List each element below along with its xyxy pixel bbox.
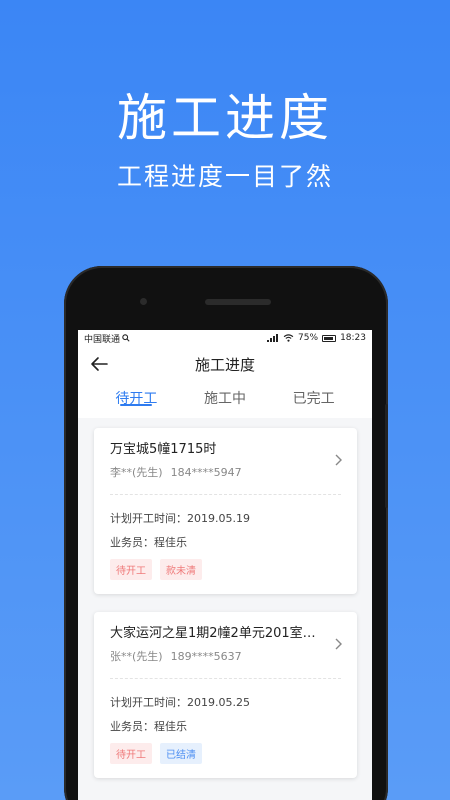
phone-screen: 中国联通 75% 18:23 施工进度 待开工 施工中 已完工 万宝城5幢171… — [78, 330, 372, 800]
tag-group: 待开工 已结清 — [110, 743, 341, 764]
project-list: 万宝城5幢1715时 李**(先生) 184****5947 计划开工时间：201… — [78, 418, 372, 778]
page-title: 施工进度 — [194, 355, 255, 374]
payment-badge: 已结清 — [160, 743, 202, 764]
search-icon — [122, 334, 130, 342]
hero-title: 施工进度 — [117, 89, 333, 147]
status-bar: 中国联通 75% 18:23 — [78, 330, 372, 346]
tab-completed[interactable]: 已完工 — [293, 382, 335, 418]
back-button[interactable] — [88, 354, 110, 374]
contact-phone: 189****5637 — [170, 650, 242, 663]
camera-icon — [140, 298, 147, 305]
signal-icon — [267, 334, 279, 342]
status-badge: 待开工 — [110, 559, 152, 580]
wifi-icon — [283, 334, 294, 342]
hero-subtitle: 工程进度一目了然 — [116, 162, 333, 191]
battery-percent: 75% — [298, 333, 319, 343]
status-tabs: 待开工 施工中 已完工 — [78, 382, 372, 418]
divider — [110, 494, 341, 495]
navigation-bar: 施工进度 — [78, 346, 372, 382]
salesperson: 业务员：程佳乐 — [110, 720, 187, 733]
tag-group: 待开工 款未清 — [110, 559, 341, 580]
contact-name: 李**(先生) — [110, 466, 163, 479]
tab-in-progress[interactable]: 施工中 — [204, 382, 246, 418]
salesperson: 业务员：程佳乐 — [110, 536, 187, 549]
arrow-left-icon — [91, 357, 108, 371]
chevron-right-icon — [335, 638, 342, 650]
project-title: 大家运河之星1期2幢2单元201室走廊 — [110, 626, 320, 641]
phone-side-button — [385, 404, 388, 508]
project-card[interactable]: 大家运河之星1期2幢2单元201室走廊 张**(先生) 189****5637 计… — [94, 612, 357, 778]
project-card[interactable]: 万宝城5幢1715时 李**(先生) 184****5947 计划开工时间：201… — [94, 428, 357, 594]
tab-pending[interactable]: 待开工 — [115, 382, 157, 418]
status-badge: 待开工 — [110, 743, 152, 764]
speaker-grille — [205, 299, 271, 305]
chevron-right-icon — [335, 454, 342, 466]
carrier-label: 中国联通 — [84, 334, 121, 345]
clock: 18:23 — [340, 333, 366, 343]
contact-name: 张**(先生) — [110, 650, 163, 663]
contact-info: 李**(先生) 184****5947 — [110, 464, 341, 480]
divider — [110, 678, 341, 679]
contact-info: 张**(先生) 189****5637 — [110, 648, 341, 664]
payment-badge: 款未清 — [160, 559, 202, 580]
planned-start: 计划开工时间：2019.05.25 — [110, 696, 250, 709]
project-title: 万宝城5幢1715时 — [110, 442, 217, 457]
contact-phone: 184****5947 — [170, 466, 242, 479]
battery-icon — [322, 334, 337, 342]
planned-start: 计划开工时间：2019.05.19 — [110, 512, 250, 525]
